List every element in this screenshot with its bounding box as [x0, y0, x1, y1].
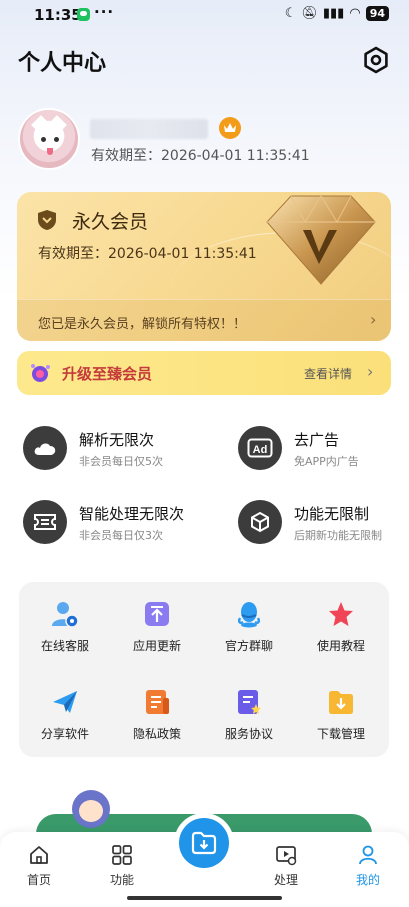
- member-expiry: 有效期至：2026-04-01 11:35:41: [38, 246, 257, 262]
- tool-label: 服务协议: [224, 727, 273, 741]
- member-title: 永久会员: [72, 211, 149, 233]
- tool-privacy-policy[interactable]: 隐私政策: [111, 688, 203, 758]
- profile-validity: 有效期至：2026-04-01 11:35:41: [91, 148, 310, 164]
- premium-gem-icon: [31, 364, 50, 382]
- update-icon: [145, 602, 169, 626]
- upgrade-label: 升级至臻会员: [62, 365, 153, 383]
- member-card[interactable]: 永久会员 有效期至：2026-04-01 11:35:41 您已是永久会员，解锁…: [17, 192, 391, 341]
- privilege-title: 去广告: [294, 431, 340, 449]
- mute-bell-icon: 🔕︎: [301, 6, 318, 21]
- privilege-subtitle: 后期新功能无限制: [294, 529, 382, 542]
- member-note: 您已是永久会员，解锁所有特权！！: [38, 317, 247, 332]
- tool-label: 下载管理: [316, 727, 365, 741]
- upgrade-premium-banner[interactable]: 升级至臻会员 查看详情 ›: [17, 351, 391, 395]
- privilege-subtitle: 非会员每日仅5次: [79, 455, 163, 468]
- nav-label-active: 我的: [355, 873, 380, 887]
- member-shield-icon: [38, 210, 56, 230]
- nav-label: 处理: [273, 873, 298, 887]
- home-icon: [30, 846, 48, 864]
- settings-button[interactable]: [362, 46, 390, 74]
- tool-download-manager[interactable]: 下载管理: [295, 688, 387, 758]
- tool-official-group[interactable]: 官方群聊: [203, 600, 295, 670]
- agreement-icon: [238, 690, 261, 714]
- chevron-right-icon: ›: [367, 362, 374, 381]
- tool-share-app[interactable]: 分享软件: [19, 688, 111, 758]
- dnd-moon-icon: ☾: [284, 6, 297, 21]
- tool-label: 使用教程: [316, 639, 365, 653]
- nav-item-home[interactable]: 首页: [9, 844, 69, 894]
- cat-eye-left: [41, 137, 46, 142]
- privilege-subtitle: 非会员每日仅3次: [79, 529, 163, 542]
- nav-label: 首页: [26, 873, 51, 887]
- status-bar: 11:35 ··· ☾ 🔕︎ ▮▮▮ ◠ 94: [0, 0, 409, 30]
- privilege-title: 解析无限次: [79, 431, 155, 449]
- cat-eye-right: [54, 137, 59, 142]
- tool-online-support[interactable]: 在线客服: [19, 600, 111, 670]
- tools-panel: 在线客服 应用更新 官方群聊 使用教程 分享软件 隐私政策 服务协议 下载管理: [19, 582, 389, 757]
- cat-tongue: [47, 148, 53, 155]
- cat-ear-right: [47, 115, 67, 135]
- tool-label: 在线客服: [40, 639, 89, 653]
- nav-label: 功能: [109, 873, 134, 887]
- nav-item-mine[interactable]: 我的: [338, 844, 398, 894]
- view-details-link[interactable]: 查看详情: [304, 365, 352, 382]
- document-icon: [146, 690, 169, 714]
- cube-icon: [238, 500, 282, 544]
- nav-item-process[interactable]: 处理: [256, 844, 316, 894]
- privilege-title: 智能处理无限次: [79, 505, 185, 523]
- tool-label: 隐私政策: [132, 727, 181, 741]
- qq-icon: [237, 602, 261, 628]
- username-redacted: [90, 119, 208, 139]
- tool-service-agreement[interactable]: 服务协议: [203, 688, 295, 758]
- more-notifications-indicator: ···: [94, 3, 115, 21]
- status-time: 11:35: [34, 6, 82, 24]
- crown-icon: [224, 123, 236, 132]
- download-folder-icon: [191, 831, 217, 855]
- tool-tutorial[interactable]: 使用教程: [295, 600, 387, 670]
- avatar[interactable]: [18, 108, 80, 170]
- tool-label: 官方群聊: [224, 639, 273, 653]
- page-title: 个人中心: [18, 51, 107, 76]
- diamond-icon: [266, 195, 376, 285]
- vip-crown-badge: [219, 117, 241, 139]
- privilege-title: 功能无限制: [294, 505, 370, 523]
- chevron-right-icon: ›: [370, 310, 377, 329]
- tool-label: 应用更新: [132, 639, 181, 653]
- wifi-icon: ◠: [349, 6, 361, 21]
- signal-icon: ▮▮▮: [322, 6, 345, 21]
- download-center-button[interactable]: [179, 818, 229, 868]
- ticket-icon: [23, 500, 67, 544]
- grid-icon: [112, 845, 132, 865]
- paper-plane-icon: [53, 691, 77, 713]
- svg-text:Ad: Ad: [253, 444, 268, 456]
- ad-icon: Ad: [238, 426, 282, 470]
- settings-hexagon-icon: [364, 46, 388, 74]
- download-folder-icon: [329, 691, 353, 714]
- battery-level: 94: [365, 6, 389, 21]
- star-icon: [329, 602, 353, 626]
- privilege-subtitle: 免APP内广告: [294, 455, 359, 468]
- person-icon: [359, 845, 377, 865]
- cloud-icon: [23, 426, 67, 470]
- support-icon: [52, 602, 79, 628]
- home-indicator[interactable]: [127, 896, 282, 900]
- message-notification-icon: [77, 8, 90, 21]
- tool-label: 分享软件: [40, 727, 89, 741]
- nav-item-features[interactable]: 功能: [92, 844, 152, 894]
- character-face: [79, 800, 103, 822]
- video-process-icon: [276, 846, 297, 866]
- tool-app-update[interactable]: 应用更新: [111, 600, 203, 670]
